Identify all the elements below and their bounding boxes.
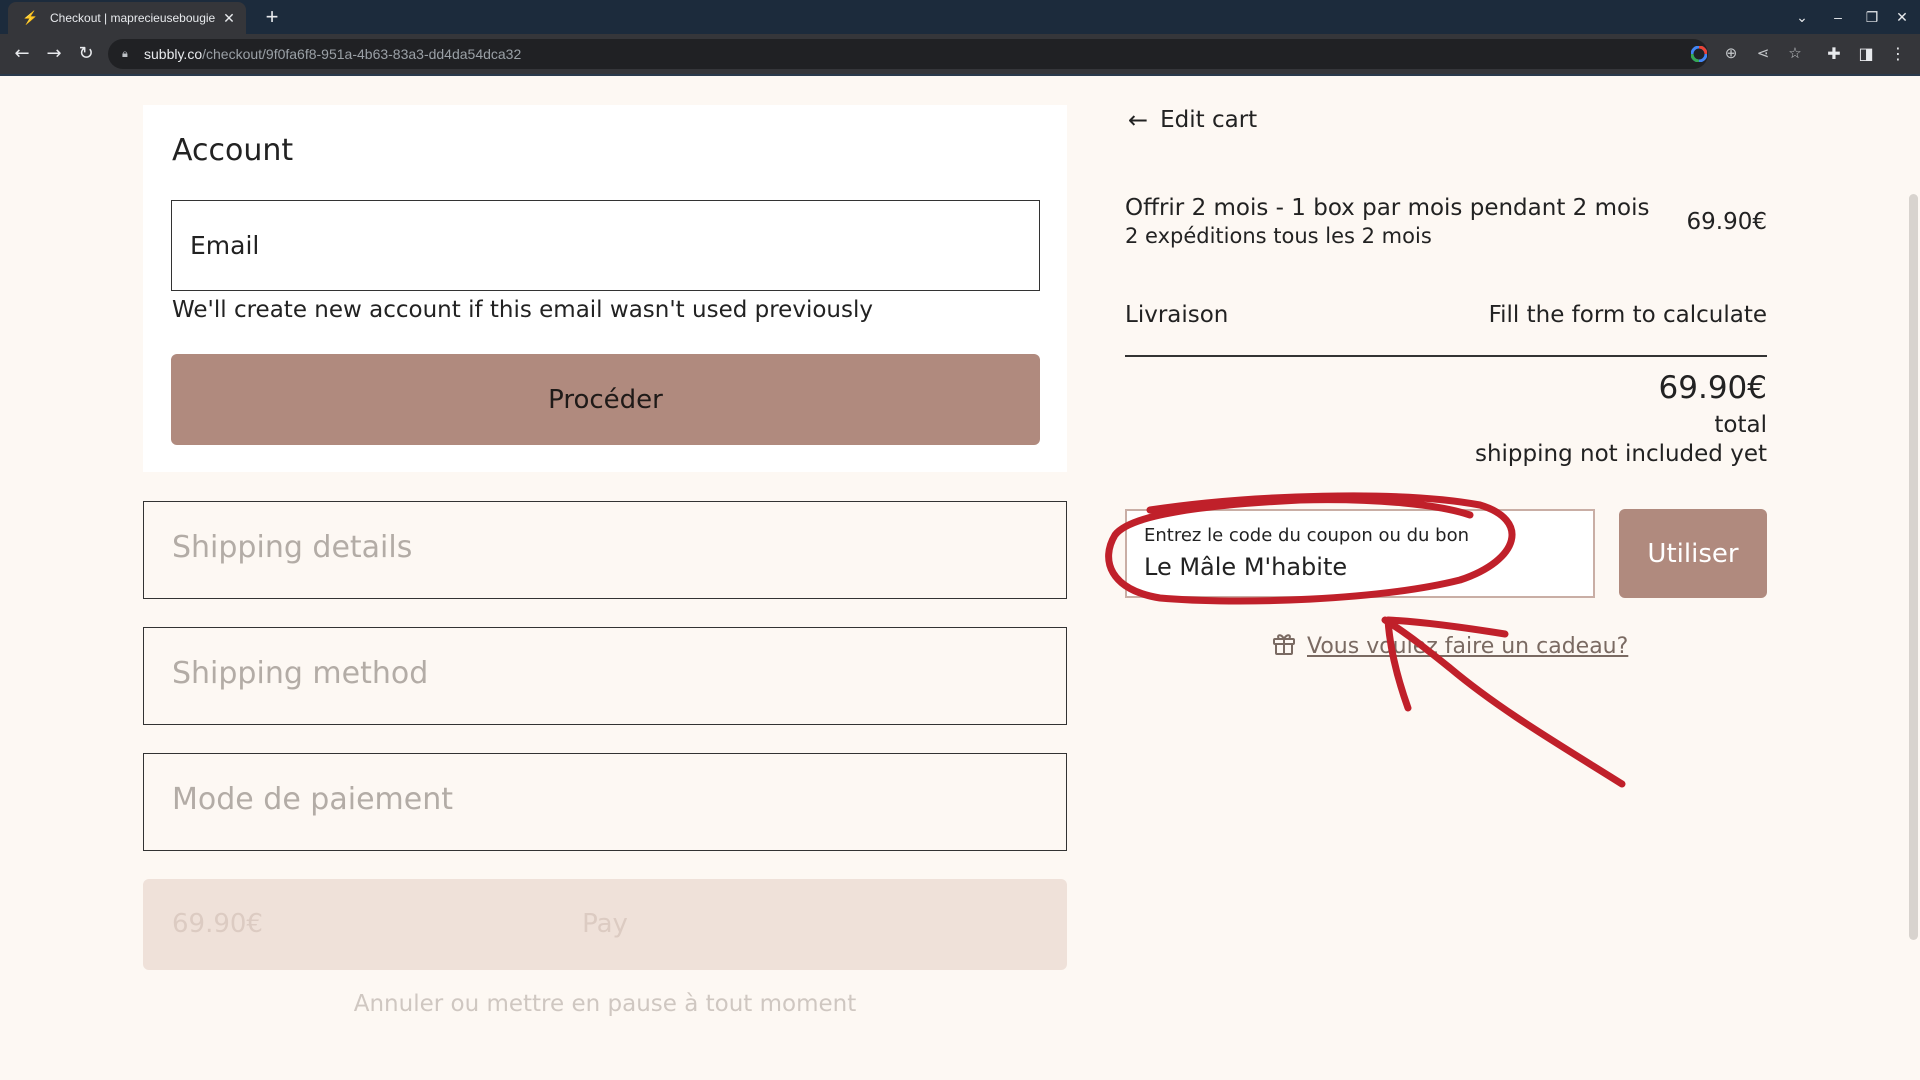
forward-icon[interactable]: → <box>40 40 68 68</box>
proceed-button[interactable]: Procéder <box>171 354 1040 445</box>
share-icon[interactable]: ⋖ <box>1748 39 1778 69</box>
edit-cart-link[interactable]: ← Edit cart <box>1128 106 1257 134</box>
lock-icon: 🔒︎ <box>122 47 128 60</box>
chrome-border <box>0 74 1920 76</box>
item-price: 69.90€ <box>1686 209 1767 235</box>
bookmark-star-icon[interactable]: ☆ <box>1780 39 1810 69</box>
browser-tabbar: ⚡ Checkout | maprecieusebougie ✕ + ⌄ – ❐… <box>0 0 1920 34</box>
browser-tab[interactable]: ⚡ Checkout | maprecieusebougie ✕ <box>8 2 246 34</box>
apply-coupon-button[interactable]: Utiliser <box>1619 509 1767 598</box>
total-note: shipping not included yet <box>1474 441 1767 467</box>
back-icon[interactable]: ← <box>8 40 36 68</box>
shipping-details-label: Shipping details <box>172 530 413 565</box>
url-host: subbly.co <box>144 46 203 62</box>
window-close-icon[interactable]: ✕ <box>1882 0 1920 34</box>
email-input[interactable] <box>171 200 1040 291</box>
item-name: Offrir 2 mois - 1 box par mois pendant 2… <box>1125 195 1650 221</box>
account-card: Account We'll create new account if this… <box>143 105 1067 472</box>
total-amount: 69.90€ <box>1658 370 1767 406</box>
gift-link-text: Vous voulez faire un cadeau? <box>1307 633 1629 659</box>
scrollbar-thumb[interactable] <box>1909 194 1918 940</box>
shipping-details-section[interactable]: Shipping details <box>143 501 1067 599</box>
summary-divider <box>1125 355 1767 357</box>
url-path: /checkout/9f0fa6f8-951a-4b63-83a3-dd4da5… <box>202 46 522 62</box>
zoom-icon[interactable]: ⊕ <box>1716 39 1746 69</box>
total-label: total <box>1714 412 1767 438</box>
coupon-input[interactable] <box>1144 553 1574 581</box>
gift-icon <box>1271 630 1297 662</box>
payment-method-section[interactable]: Mode de paiement <box>143 753 1067 851</box>
new-tab-icon[interactable]: + <box>258 3 286 31</box>
shipping-label: Livraison <box>1125 302 1229 328</box>
pay-button[interactable]: 69.90€ Pay <box>143 879 1067 970</box>
item-subtitle: 2 expéditions tous les 2 mois <box>1125 224 1432 248</box>
tab-title: Checkout | maprecieusebougie <box>50 11 216 25</box>
extensions-icon[interactable]: ✚ <box>1820 40 1848 68</box>
shipping-method-label: Shipping method <box>172 656 429 691</box>
payment-method-label: Mode de paiement <box>172 782 453 817</box>
coupon-field[interactable]: Entrez le code du coupon ou du bon <box>1125 509 1595 598</box>
shipping-value: Fill the form to calculate <box>1488 302 1767 328</box>
google-icon[interactable] <box>1684 39 1714 69</box>
cancel-note: Annuler ou mettre en pause à tout moment <box>353 991 857 1017</box>
close-icon[interactable]: ✕ <box>220 10 238 27</box>
chevron-down-icon[interactable]: ⌄ <box>1782 0 1822 34</box>
arrow-left-icon: ← <box>1128 106 1149 134</box>
address-bar[interactable]: 🔒︎ subbly.co/checkout/9f0fa6f8-951a-4b63… <box>108 39 1802 69</box>
pay-label: Pay <box>582 909 628 939</box>
email-hint: We'll create new account if this email w… <box>172 297 873 323</box>
gift-link[interactable]: Vous voulez faire un cadeau? <box>1271 630 1628 662</box>
coupon-label: Entrez le code du coupon ou du bon <box>1144 525 1470 546</box>
account-title: Account <box>172 133 294 168</box>
bolt-icon: ⚡ <box>22 10 39 25</box>
browser-toolbar: ← → ↻ 🔒︎ subbly.co/checkout/9f0fa6f8-951… <box>0 34 1920 74</box>
menu-icon[interactable]: ⋮ <box>1884 40 1912 68</box>
edit-cart-label: Edit cart <box>1160 107 1258 133</box>
reload-icon[interactable]: ↻ <box>72 40 100 68</box>
side-panel-icon[interactable]: ◨ <box>1852 40 1880 68</box>
shipping-method-section[interactable]: Shipping method <box>143 627 1067 725</box>
